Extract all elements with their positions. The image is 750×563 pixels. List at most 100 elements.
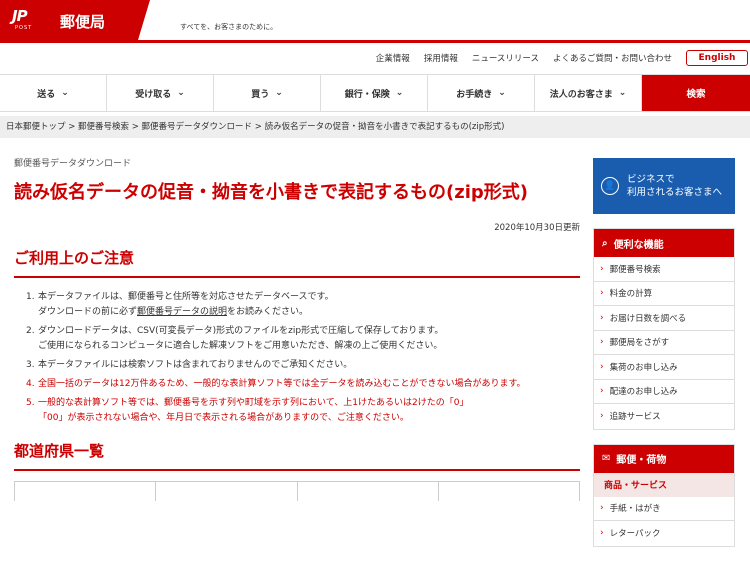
business-customers-button[interactable]: 👤 ビジネスで 利用されるお客さまへ: [593, 158, 735, 214]
utility-link-careers[interactable]: 採用情報: [424, 52, 458, 64]
nav-label: 法人のお客さま: [549, 89, 613, 100]
search-button[interactable]: 検索: [642, 75, 750, 111]
tagline: すべてを、お客さまのために。: [180, 23, 278, 31]
sidebar-item-label: 郵便番号検索: [609, 264, 661, 275]
page-title: 読み仮名データの促音・拗音を小書きで表記するもの(zip形式): [14, 182, 528, 203]
sidebar: 👤 ビジネスで 利用されるお客さまへ ⌕ 便利な機能 › 郵便番号検索 › 料金の計…: [593, 158, 735, 547]
chevron-down-icon: ⌄: [395, 88, 404, 98]
chevron-right-icon: ›: [600, 411, 604, 422]
brand-name: 郵便局: [60, 13, 106, 31]
table-cell: [439, 482, 579, 501]
chevron-right-icon: ›: [600, 386, 604, 397]
chevron-down-icon: ⌄: [498, 88, 506, 98]
chevron-right-icon: ›: [600, 312, 604, 323]
sidebar-item-delivery-days[interactable]: › お届け日数を調べる: [594, 306, 734, 331]
main-content: 郵便番号データダウンロード 読み仮名データの促音・拗音を小書きで表記するもの(z…: [14, 156, 580, 501]
list-item: 4. 全国一括のデータは12万件あるため、一般的な表計算ソフト等では全データを読…: [26, 377, 580, 392]
nav-label: 銀行・保険: [344, 89, 390, 100]
global-nav: 送る ⌄ 受け取る ⌄ 買う ⌄ 銀行・保険 ⌄ お手続き ⌄ 法人のお客さま ⌄ 検索: [0, 74, 750, 112]
products-services-heading: 商品・サービス: [594, 472, 734, 497]
search-icon: ⌕: [602, 237, 608, 249]
utility-link-corporate[interactable]: 企業情報: [376, 52, 410, 64]
business-label: 利用されるお客さまへ: [627, 187, 723, 198]
note-number: 4.: [26, 379, 35, 389]
nav-receive[interactable]: 受け取る ⌄: [107, 75, 214, 111]
sidebar-item-label: 料金の計算: [609, 289, 653, 300]
sidebar-item-fee-calc[interactable]: › 料金の計算: [594, 282, 734, 306]
chevron-right-icon: ›: [600, 528, 604, 539]
business-label: ビジネスで: [627, 174, 675, 185]
sidebar-item-label: 手紙・はがき: [609, 504, 661, 515]
jp-post-logo-mark: JP: [12, 7, 28, 25]
sidebar-item-label: 郵便局をさがす: [609, 338, 670, 349]
jp-post-logo-text: POST: [15, 25, 33, 31]
utility-link-faq[interactable]: よくあるご質問・お問い合わせ: [553, 52, 672, 64]
chevron-right-icon: ›: [600, 288, 604, 299]
nav-business[interactable]: 法人のお客さま ⌄: [535, 75, 642, 111]
nav-bank-insurance[interactable]: 銀行・保険 ⌄: [321, 75, 428, 111]
updated-date: 2020年10月30日更新: [494, 223, 580, 233]
postal-data-description-link[interactable]: 郵便番号データの説明: [137, 307, 227, 317]
sidebar-item-label: 配達のお申し込み: [609, 387, 678, 398]
chevron-down-icon: ⌄: [618, 88, 627, 98]
note-number: 5.: [26, 398, 35, 408]
note-text: 全国一括のデータは12万件あるため、一般的な表計算ソフト等では全データを読み込む…: [38, 379, 526, 389]
utility-nav: 企業情報 採用情報 ニュースリリース よくあるご質問・お問い合わせ Englis…: [376, 50, 750, 66]
note-text: 一般的な表計算ソフト等では、郵便番号を示す列や町域を示す列において、上1けたある…: [38, 398, 469, 408]
sidebar-item-label: レターパック: [609, 529, 661, 540]
prefecture-heading: 都道府県一覧: [14, 440, 580, 471]
sidebar-item-label: 集荷のお申し込み: [609, 362, 678, 373]
mail-heading: ✉ 郵便・荷物: [594, 444, 734, 473]
notice-list: 1. 本データファイルは、郵便番号と住所等を対応させたデータベースです。 ダウン…: [14, 290, 580, 426]
sidebar-item-tracking[interactable]: › 追跡サービス: [594, 404, 734, 429]
breadcrumb[interactable]: 日本郵便トップ > 郵便番号検索 > 郵便番号データダウンロード > 読み仮名デ…: [0, 116, 750, 138]
list-item: 3. 本データファイルには検索ソフトは含まれておりませんのでご承知ください。: [26, 358, 580, 373]
features-panel: ⌕ 便利な機能 › 郵便番号検索 › 料金の計算 › お届け日数を調べる › 郵便局をさ…: [593, 228, 735, 430]
table-cell: [15, 482, 157, 501]
chevron-right-icon: ›: [600, 337, 604, 348]
note-text: ご使用になられるコンピュータに適合した解凍ソフトをご用意いただき、解凍の上ご使用…: [38, 341, 443, 351]
sidebar-item-letterpack[interactable]: › レターパック: [594, 521, 734, 546]
nav-label: お手続き: [456, 89, 493, 100]
chevron-down-icon: ⌄: [275, 88, 283, 98]
sidebar-item-letters-postcards[interactable]: › 手紙・はがき: [594, 497, 734, 521]
mail-heading-label: 郵便・荷物: [616, 455, 667, 466]
sidebar-item-delivery-request[interactable]: › 配達のお申し込み: [594, 380, 734, 404]
nav-procedures[interactable]: お手続き ⌄: [428, 75, 535, 111]
english-button[interactable]: English: [686, 50, 748, 66]
features-heading-label: 便利な機能: [613, 239, 664, 251]
person-icon: 👤: [601, 177, 619, 195]
sidebar-item-label: お届け日数を調べる: [609, 313, 687, 324]
nav-send[interactable]: 送る ⌄: [0, 75, 107, 111]
nav-label: 買う: [251, 89, 270, 100]
list-item: 5. 一般的な表計算ソフト等では、郵便番号を示す列や町域を示す列において、上1け…: [26, 396, 580, 426]
table-cell: [298, 482, 439, 501]
notice-heading: ご利用上のご注意: [14, 247, 580, 278]
chevron-right-icon: ›: [600, 503, 604, 514]
features-heading: ⌕ 便利な機能: [594, 229, 734, 257]
chevron-down-icon: ⌄: [61, 88, 69, 98]
sidebar-item-find-post-office[interactable]: › 郵便局をさがす: [594, 331, 734, 355]
note-number: 1.: [26, 292, 35, 302]
note-text: 本データファイルは、郵便番号と住所等を対応させたデータベースです。: [38, 292, 334, 302]
note-number: 2.: [26, 326, 35, 336]
utility-link-news[interactable]: ニュースリリース: [472, 52, 539, 64]
site-header: JP POST 郵便局 すべてを、お客さまのために。: [0, 0, 750, 44]
chevron-right-icon: ›: [600, 361, 604, 372]
logo[interactable]: JP POST 郵便局: [0, 0, 150, 40]
sidebar-item-postal-code-search[interactable]: › 郵便番号検索: [594, 257, 734, 282]
chevron-right-icon: ›: [600, 263, 604, 274]
chevron-down-icon: ⌄: [177, 88, 185, 98]
mail-panel: ✉ 郵便・荷物 商品・サービス › 手紙・はがき › レターパック: [593, 443, 735, 547]
note-text: ダウンロードデータは、CSV(可変長データ)形式のファイルをzip形式で圧縮して…: [38, 326, 444, 336]
note-number: 3.: [26, 360, 35, 370]
table-cell: [156, 482, 298, 501]
sidebar-item-label: 追跡サービス: [609, 412, 661, 423]
note-text: 「00」が表示されない場合や、年月日で表示される場合がありますので、ご注意くださ…: [38, 413, 409, 423]
note-text: をお読みください。: [227, 307, 309, 317]
nav-buy[interactable]: 買う ⌄: [214, 75, 321, 111]
sidebar-item-pickup[interactable]: › 集荷のお申し込み: [594, 355, 734, 380]
list-item: 2. ダウンロードデータは、CSV(可変長データ)形式のファイルをzip形式で圧…: [26, 324, 580, 354]
nav-label: 受け取る: [135, 89, 172, 100]
list-item: 1. 本データファイルは、郵便番号と住所等を対応させたデータベースです。 ダウン…: [26, 290, 580, 320]
